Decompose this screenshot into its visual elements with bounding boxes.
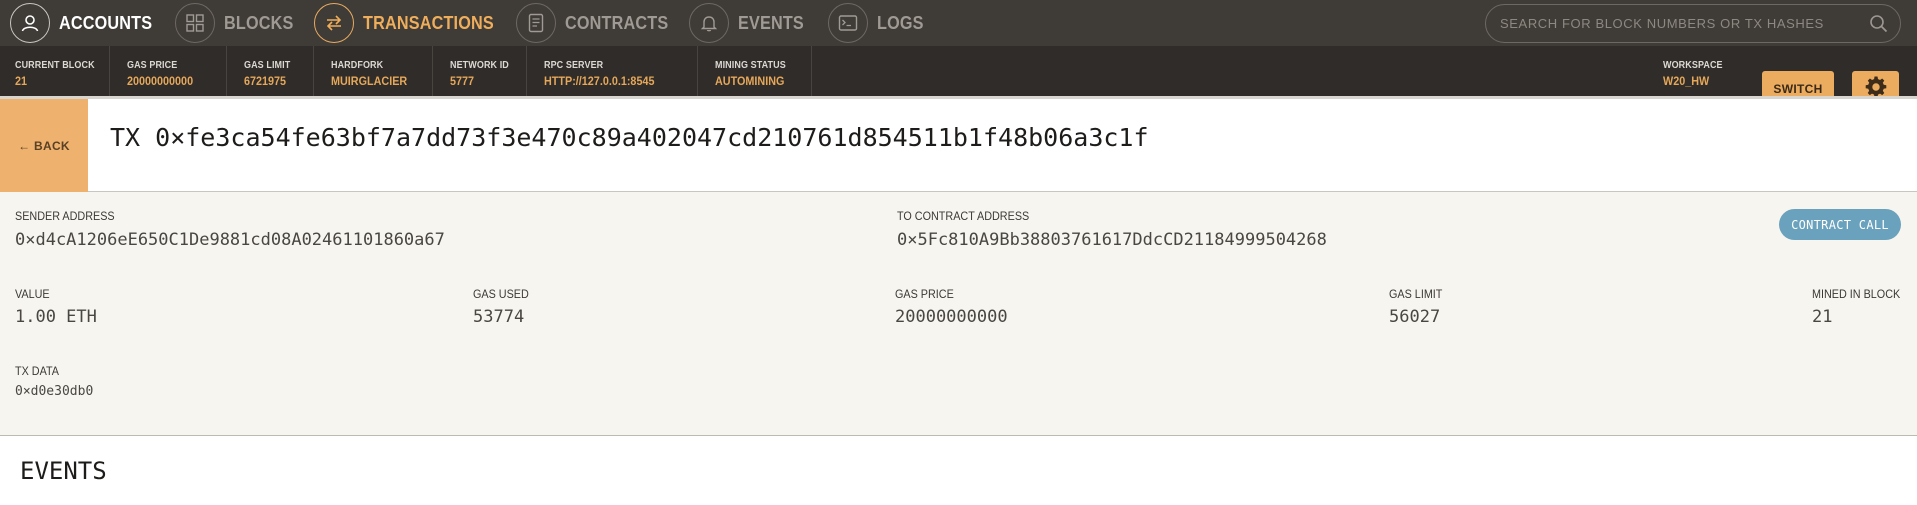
nav-transactions[interactable]: TRANSACTIONS: [314, 3, 508, 43]
nav-events[interactable]: EVENTS: [689, 3, 811, 43]
stat-gas-price: GAS PRICE 20000000000: [127, 46, 200, 96]
bell-icon: [689, 3, 729, 43]
stat-label: RPC SERVER: [544, 60, 604, 71]
tx-header: ← BACK TX 0×fe3ca54fe63bf7a7dd73f3e470c8…: [0, 99, 1917, 192]
contract-call-badge: CONTRACT CALL: [1779, 209, 1901, 240]
stat-label: GAS LIMIT: [244, 60, 291, 71]
nav-events-label: EVENTS: [738, 12, 804, 33]
logs-icon: [828, 3, 868, 43]
search-box: [1485, 4, 1901, 43]
search-input[interactable]: [1500, 12, 1850, 34]
nav-accounts[interactable]: ACCOUNTS: [10, 3, 163, 43]
nav-transactions-label: TRANSACTIONS: [363, 12, 494, 33]
stat-current-block: CURRENT BLOCK 21: [15, 46, 104, 96]
stat-workspace: WORKSPACE W20_HW: [1663, 46, 1729, 96]
gas-limit-label: GAS LIMIT: [1389, 287, 1443, 301]
stat-value: 5777: [450, 74, 475, 88]
stat-mining-status: MINING STATUS AUTOMINING: [715, 46, 794, 96]
mined-in-block-value: 21: [1812, 307, 1833, 327]
mined-in-block-label: MINED IN BLOCK: [1812, 287, 1901, 301]
stat-hardfork: HARDFORK MUIRGLACIER: [331, 46, 416, 96]
stat-value: 21: [15, 74, 28, 88]
sender-address-value: 0×d4cA1206eE650C1De9881cd08A02461101860a…: [15, 230, 445, 250]
gas-price-value: 20000000000: [895, 307, 1008, 327]
to-contract-address-label: TO CONTRACT ADDRESS: [897, 209, 1030, 223]
back-button[interactable]: ← BACK: [0, 99, 88, 192]
stat-value: MUIRGLACIER: [331, 74, 408, 88]
stat-label: MINING STATUS: [715, 60, 786, 71]
tx-data-label: TX DATA: [15, 364, 60, 378]
tx-data-value: 0×d0e30db0: [15, 384, 94, 399]
nav-contracts[interactable]: CONTRACTS: [516, 3, 680, 43]
stat-rpc-server: RPC SERVER HTTP://127.0.0.1:8545: [544, 46, 667, 96]
account-icon: [10, 3, 50, 43]
gas-used-label: GAS USED: [473, 287, 529, 301]
gas-limit-value: 56027: [1389, 307, 1441, 327]
nav-logs-label: LOGS: [877, 12, 924, 33]
events-section: EVENTS: [0, 436, 1917, 505]
nav-blocks-label: BLOCKS: [224, 12, 294, 33]
stat-gas-limit: GAS LIMIT 6721975: [244, 46, 295, 96]
value-label: VALUE: [15, 287, 50, 301]
stat-value: 6721975: [244, 74, 287, 88]
to-contract-address-value: 0×5Fc810A9Bb38803761617DdcCD211849995042…: [897, 230, 1327, 250]
nav-logs[interactable]: LOGS: [828, 3, 929, 43]
transactions-icon: [314, 3, 354, 43]
stat-value: 20000000000: [127, 74, 194, 88]
status-bar: CURRENT BLOCK 21 GAS PRICE 20000000000 G…: [0, 46, 1917, 96]
value-value: 1.00 ETH: [15, 307, 97, 327]
stat-label: CURRENT BLOCK: [15, 60, 95, 71]
nav-blocks[interactable]: BLOCKS: [175, 3, 301, 43]
gas-price-label: GAS PRICE: [895, 287, 954, 301]
blocks-icon: [175, 3, 215, 43]
gas-used-value: 53774: [473, 307, 525, 327]
stat-label: NETWORK ID: [450, 60, 509, 71]
stat-label: HARDFORK: [331, 60, 384, 71]
events-heading: EVENTS: [20, 457, 107, 485]
stat-value: W20_HW: [1663, 74, 1710, 88]
stat-label: GAS PRICE: [127, 60, 178, 71]
sender-address-label: SENDER ADDRESS: [15, 209, 115, 223]
search-icon[interactable]: [1869, 14, 1888, 38]
stat-value: AUTOMINING: [715, 74, 785, 88]
stat-network-id: NETWORK ID 5777: [450, 46, 515, 96]
top-nav: ACCOUNTS BLOCKS TRANSACTIONS CONTRACTS E…: [0, 0, 1917, 46]
nav-contracts-label: CONTRACTS: [565, 12, 669, 33]
contracts-icon: [516, 3, 556, 43]
stat-value: HTTP://127.0.0.1:8545: [544, 74, 655, 88]
nav-accounts-label: ACCOUNTS: [59, 12, 153, 33]
stat-label: WORKSPACE: [1663, 60, 1723, 71]
page-title: TX 0×fe3ca54fe63bf7a7dd73f3e470c89a40204…: [110, 123, 1149, 152]
